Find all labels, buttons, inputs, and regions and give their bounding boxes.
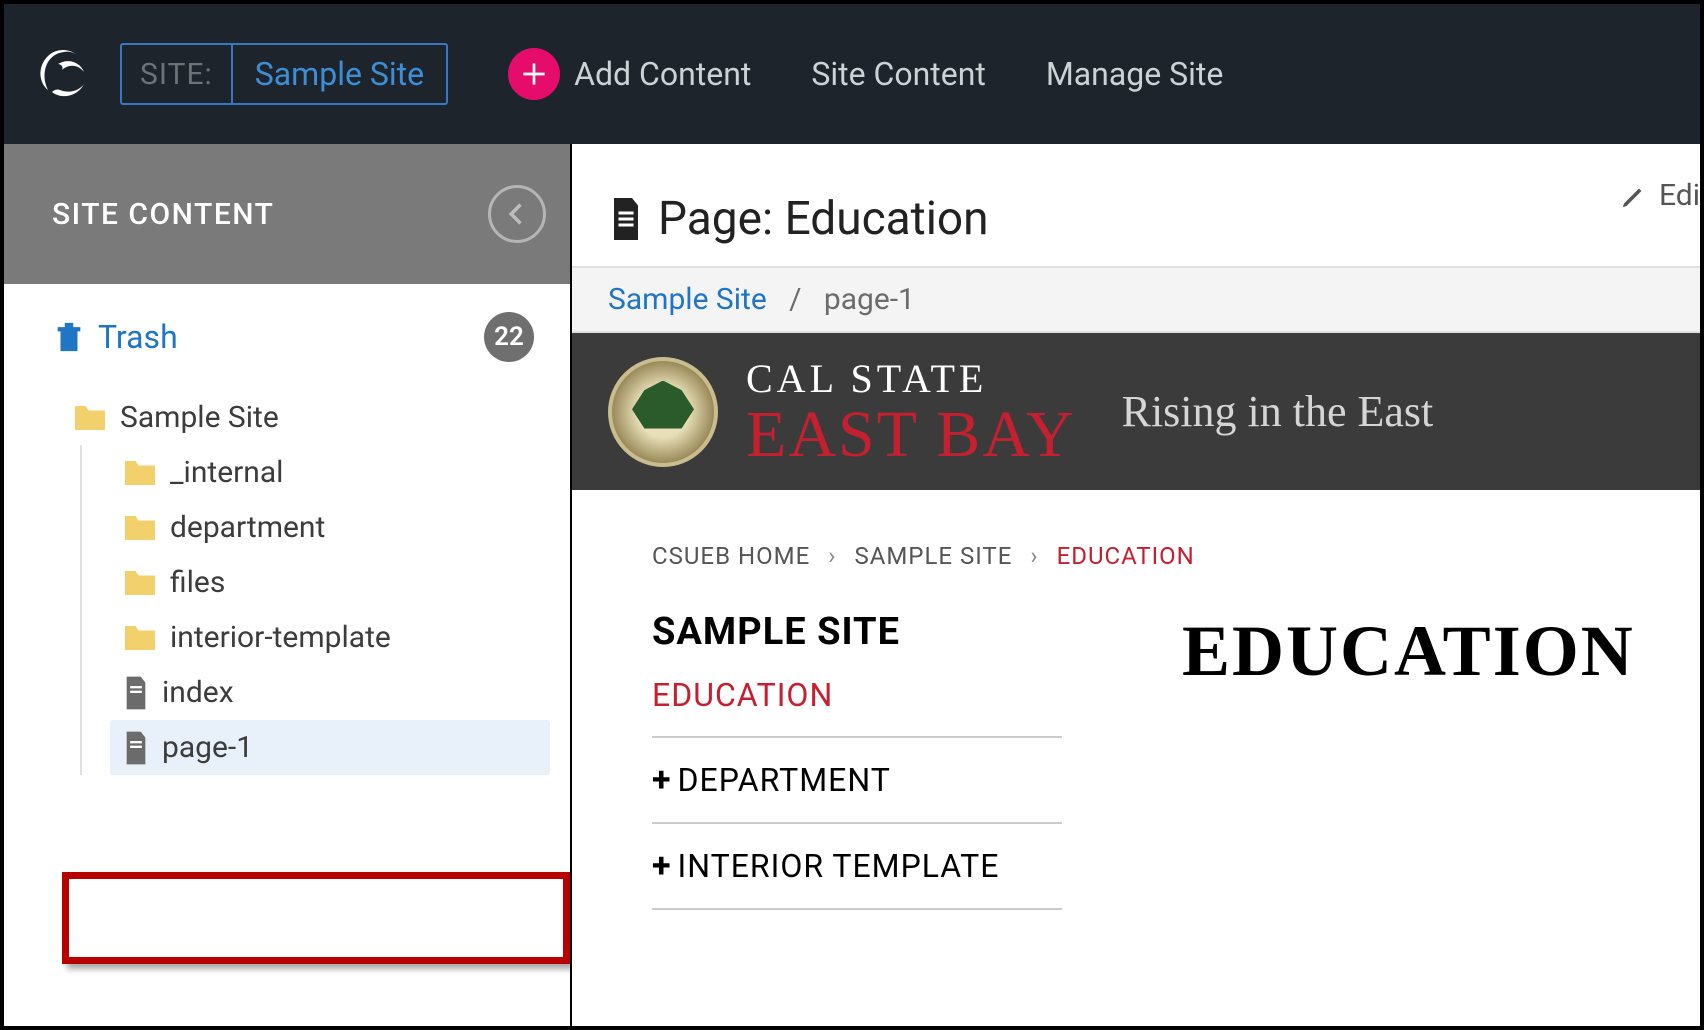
chevron-right-icon: › xyxy=(828,542,836,570)
page-title-text: Page: Education xyxy=(658,192,989,246)
edit-button[interactable]: Edi xyxy=(1619,178,1700,213)
folder-icon xyxy=(122,568,158,598)
page-icon xyxy=(122,676,150,710)
sidenav-label: EDUCATION xyxy=(652,676,833,714)
sidebar-title: SITE CONTENT xyxy=(52,197,274,232)
tree-root-label: Sample Site xyxy=(120,400,279,435)
breadcrumb: Sample Site / page-1 xyxy=(572,266,1700,333)
tree-label: interior-template xyxy=(170,620,391,655)
chevron-left-icon xyxy=(503,200,531,228)
add-content-button[interactable]: Add Content xyxy=(508,48,751,100)
tree-item-internal[interactable]: _internal xyxy=(110,445,550,500)
file-tree: Sample Site _internal department files xyxy=(4,382,570,775)
folder-icon xyxy=(122,623,158,653)
top-nav: SITE: Sample Site Add Content Site Conte… xyxy=(4,4,1700,144)
site-selector[interactable]: SITE: Sample Site xyxy=(120,43,448,105)
preview-heading: EDUCATION xyxy=(1182,610,1635,693)
breadcrumb-root[interactable]: Sample Site xyxy=(608,282,767,317)
tree-label: _internal xyxy=(170,455,283,490)
tree-item-department[interactable]: department xyxy=(110,500,550,555)
edit-label: Edi xyxy=(1659,178,1700,213)
trash-row[interactable]: Trash 22 xyxy=(4,284,570,382)
banner-line2: EAST BAY xyxy=(746,402,1076,468)
collapse-sidebar-button[interactable] xyxy=(488,185,546,243)
page-title: Page: Education xyxy=(572,144,1700,266)
sidenav-heading: SAMPLE SITE xyxy=(652,610,1062,654)
folder-icon xyxy=(122,513,158,543)
tree-item-interior-template[interactable]: interior-template xyxy=(110,610,550,665)
page-icon xyxy=(122,731,150,765)
tree-label: department xyxy=(170,510,325,545)
sidenav-label: DEPARTMENT xyxy=(678,761,891,799)
pcrumb-0[interactable]: CSUEB HOME xyxy=(652,542,810,570)
sidebar-header: SITE CONTENT xyxy=(4,144,570,284)
breadcrumb-current: page-1 xyxy=(824,282,915,317)
tree-item-page-1[interactable]: page-1 xyxy=(110,720,550,775)
plus-icon xyxy=(508,48,560,100)
preview-columns: SAMPLE SITE EDUCATION + DEPARTMENT + INT… xyxy=(572,570,1700,910)
university-seal-icon xyxy=(608,357,718,467)
folder-icon xyxy=(122,458,158,488)
main-split: SITE CONTENT Trash 22 Sample Site _inter… xyxy=(4,144,1700,1026)
plus-icon: + xyxy=(652,760,672,800)
plus-icon: + xyxy=(652,846,672,886)
site-banner: CAL STATE EAST BAY Rising in the East xyxy=(572,333,1700,490)
brand-logo-icon xyxy=(28,38,100,110)
add-content-label: Add Content xyxy=(574,55,751,93)
tree-item-index[interactable]: index xyxy=(110,665,550,720)
tree-label: index xyxy=(162,675,234,710)
tree-label: page-1 xyxy=(162,730,253,765)
pcrumb-2: EDUCATION xyxy=(1057,542,1195,570)
sidebar: SITE CONTENT Trash 22 Sample Site _inter… xyxy=(4,144,572,1026)
breadcrumb-sep xyxy=(774,282,789,317)
nav-site-content[interactable]: Site Content xyxy=(811,55,985,93)
tree-item-files[interactable]: files xyxy=(110,555,550,610)
pencil-icon xyxy=(1619,181,1649,211)
pcrumb-1[interactable]: SAMPLE SITE xyxy=(854,542,1012,570)
trash-icon xyxy=(52,320,86,354)
tree-children: _internal department files interior-temp… xyxy=(80,445,550,775)
preview-breadcrumb: CSUEB HOME › SAMPLE SITE › EDUCATION xyxy=(572,490,1700,570)
sidenav-link-education[interactable]: EDUCATION xyxy=(652,654,1062,738)
site-selector-value: Sample Site xyxy=(233,45,446,103)
annotation-highlight xyxy=(62,872,570,964)
trash-label: Trash xyxy=(98,318,178,356)
banner-line1: CAL STATE xyxy=(746,355,1076,402)
sidenav-link-department[interactable]: + DEPARTMENT xyxy=(652,738,1062,824)
sidenav-label: INTERIOR TEMPLATE xyxy=(678,847,1000,885)
preview-sidenav: SAMPLE SITE EDUCATION + DEPARTMENT + INT… xyxy=(652,610,1062,910)
tree-root[interactable]: Sample Site xyxy=(60,390,550,445)
banner-tagline: Rising in the East xyxy=(1122,386,1434,437)
content-area: Edi Page: Education Sample Site / page-1… xyxy=(572,144,1700,1026)
chevron-right-icon: › xyxy=(1030,542,1038,570)
preview-main: EDUCATION xyxy=(1182,610,1635,910)
sidenav-link-interior-template[interactable]: + INTERIOR TEMPLATE xyxy=(652,824,1062,910)
trash-count-badge: 22 xyxy=(484,312,534,362)
site-selector-label: SITE: xyxy=(122,45,233,103)
banner-text: CAL STATE EAST BAY xyxy=(746,355,1076,468)
nav-manage-site[interactable]: Manage Site xyxy=(1046,55,1224,93)
tree-label: files xyxy=(170,565,225,600)
folder-icon xyxy=(72,403,108,433)
page-icon xyxy=(608,198,644,240)
